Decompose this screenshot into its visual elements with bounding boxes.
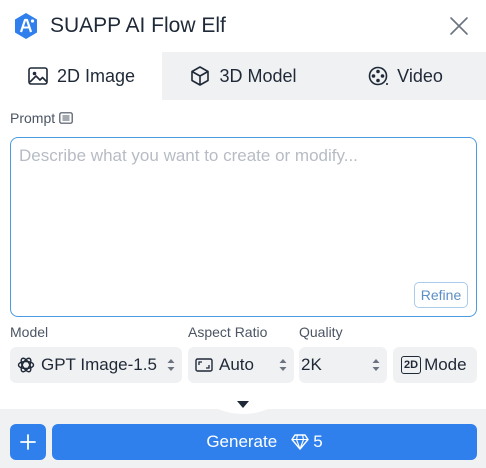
prompt-input[interactable] bbox=[19, 146, 459, 266]
quality-label: Quality bbox=[299, 324, 343, 340]
model-label: Model bbox=[10, 324, 49, 340]
tab-3d-model[interactable]: 3D Model bbox=[162, 52, 324, 100]
tab-label: 2D Image bbox=[56, 65, 136, 86]
caret-down-icon bbox=[237, 400, 249, 408]
quality-value: 2K bbox=[301, 355, 322, 374]
diamond-icon bbox=[291, 434, 309, 450]
close-icon[interactable] bbox=[446, 13, 472, 39]
film-reel-icon bbox=[368, 66, 389, 86]
prompt-box: Refine bbox=[10, 137, 477, 317]
mode-tabs: 2D Image 3D Model Video bbox=[0, 52, 486, 100]
mode-label: Mode bbox=[424, 355, 467, 374]
app-title: SUAPP AI Flow Elf bbox=[50, 14, 226, 37]
tab-label: 3D Model bbox=[219, 65, 297, 86]
model-value: GPT Image-1.5 bbox=[41, 355, 157, 374]
select-arrows-icon bbox=[167, 359, 175, 371]
tab-label: Video bbox=[397, 65, 443, 86]
aspect-ratio-icon bbox=[195, 358, 213, 372]
openai-icon bbox=[17, 357, 35, 373]
refine-button[interactable]: Refine bbox=[414, 282, 468, 308]
quality-select[interactable]: 2K bbox=[299, 347, 387, 383]
aspect-ratio-value: Auto bbox=[219, 355, 254, 374]
suapp-logo-icon bbox=[15, 13, 37, 39]
image-icon bbox=[28, 67, 48, 85]
2d-badge-icon: 2D bbox=[401, 356, 422, 374]
title-bar: SUAPP AI Flow Elf bbox=[0, 0, 486, 52]
tab-video[interactable]: Video bbox=[324, 52, 486, 100]
tab-2d-image[interactable]: 2D Image bbox=[0, 52, 162, 100]
generate-label: Generate bbox=[206, 432, 278, 451]
generate-button[interactable]: Generate 5 bbox=[52, 424, 477, 460]
aspect-ratio-select[interactable]: Auto bbox=[188, 347, 294, 383]
select-arrows-icon bbox=[372, 359, 380, 371]
generate-cost: 5 bbox=[291, 432, 323, 452]
cube-icon bbox=[191, 66, 210, 86]
select-arrows-icon bbox=[279, 359, 287, 371]
model-select[interactable]: GPT Image-1.5 bbox=[10, 347, 182, 383]
prompt-label-text: Prompt bbox=[10, 110, 56, 126]
aspect-ratio-label: Aspect Ratio bbox=[188, 324, 268, 340]
cost-value: 5 bbox=[313, 432, 323, 451]
prompt-label: Prompt bbox=[10, 110, 73, 126]
list-icon[interactable] bbox=[59, 112, 73, 124]
add-button[interactable] bbox=[10, 424, 46, 460]
plus-icon bbox=[20, 434, 36, 450]
mode-button[interactable]: 2D Mode bbox=[393, 347, 477, 383]
